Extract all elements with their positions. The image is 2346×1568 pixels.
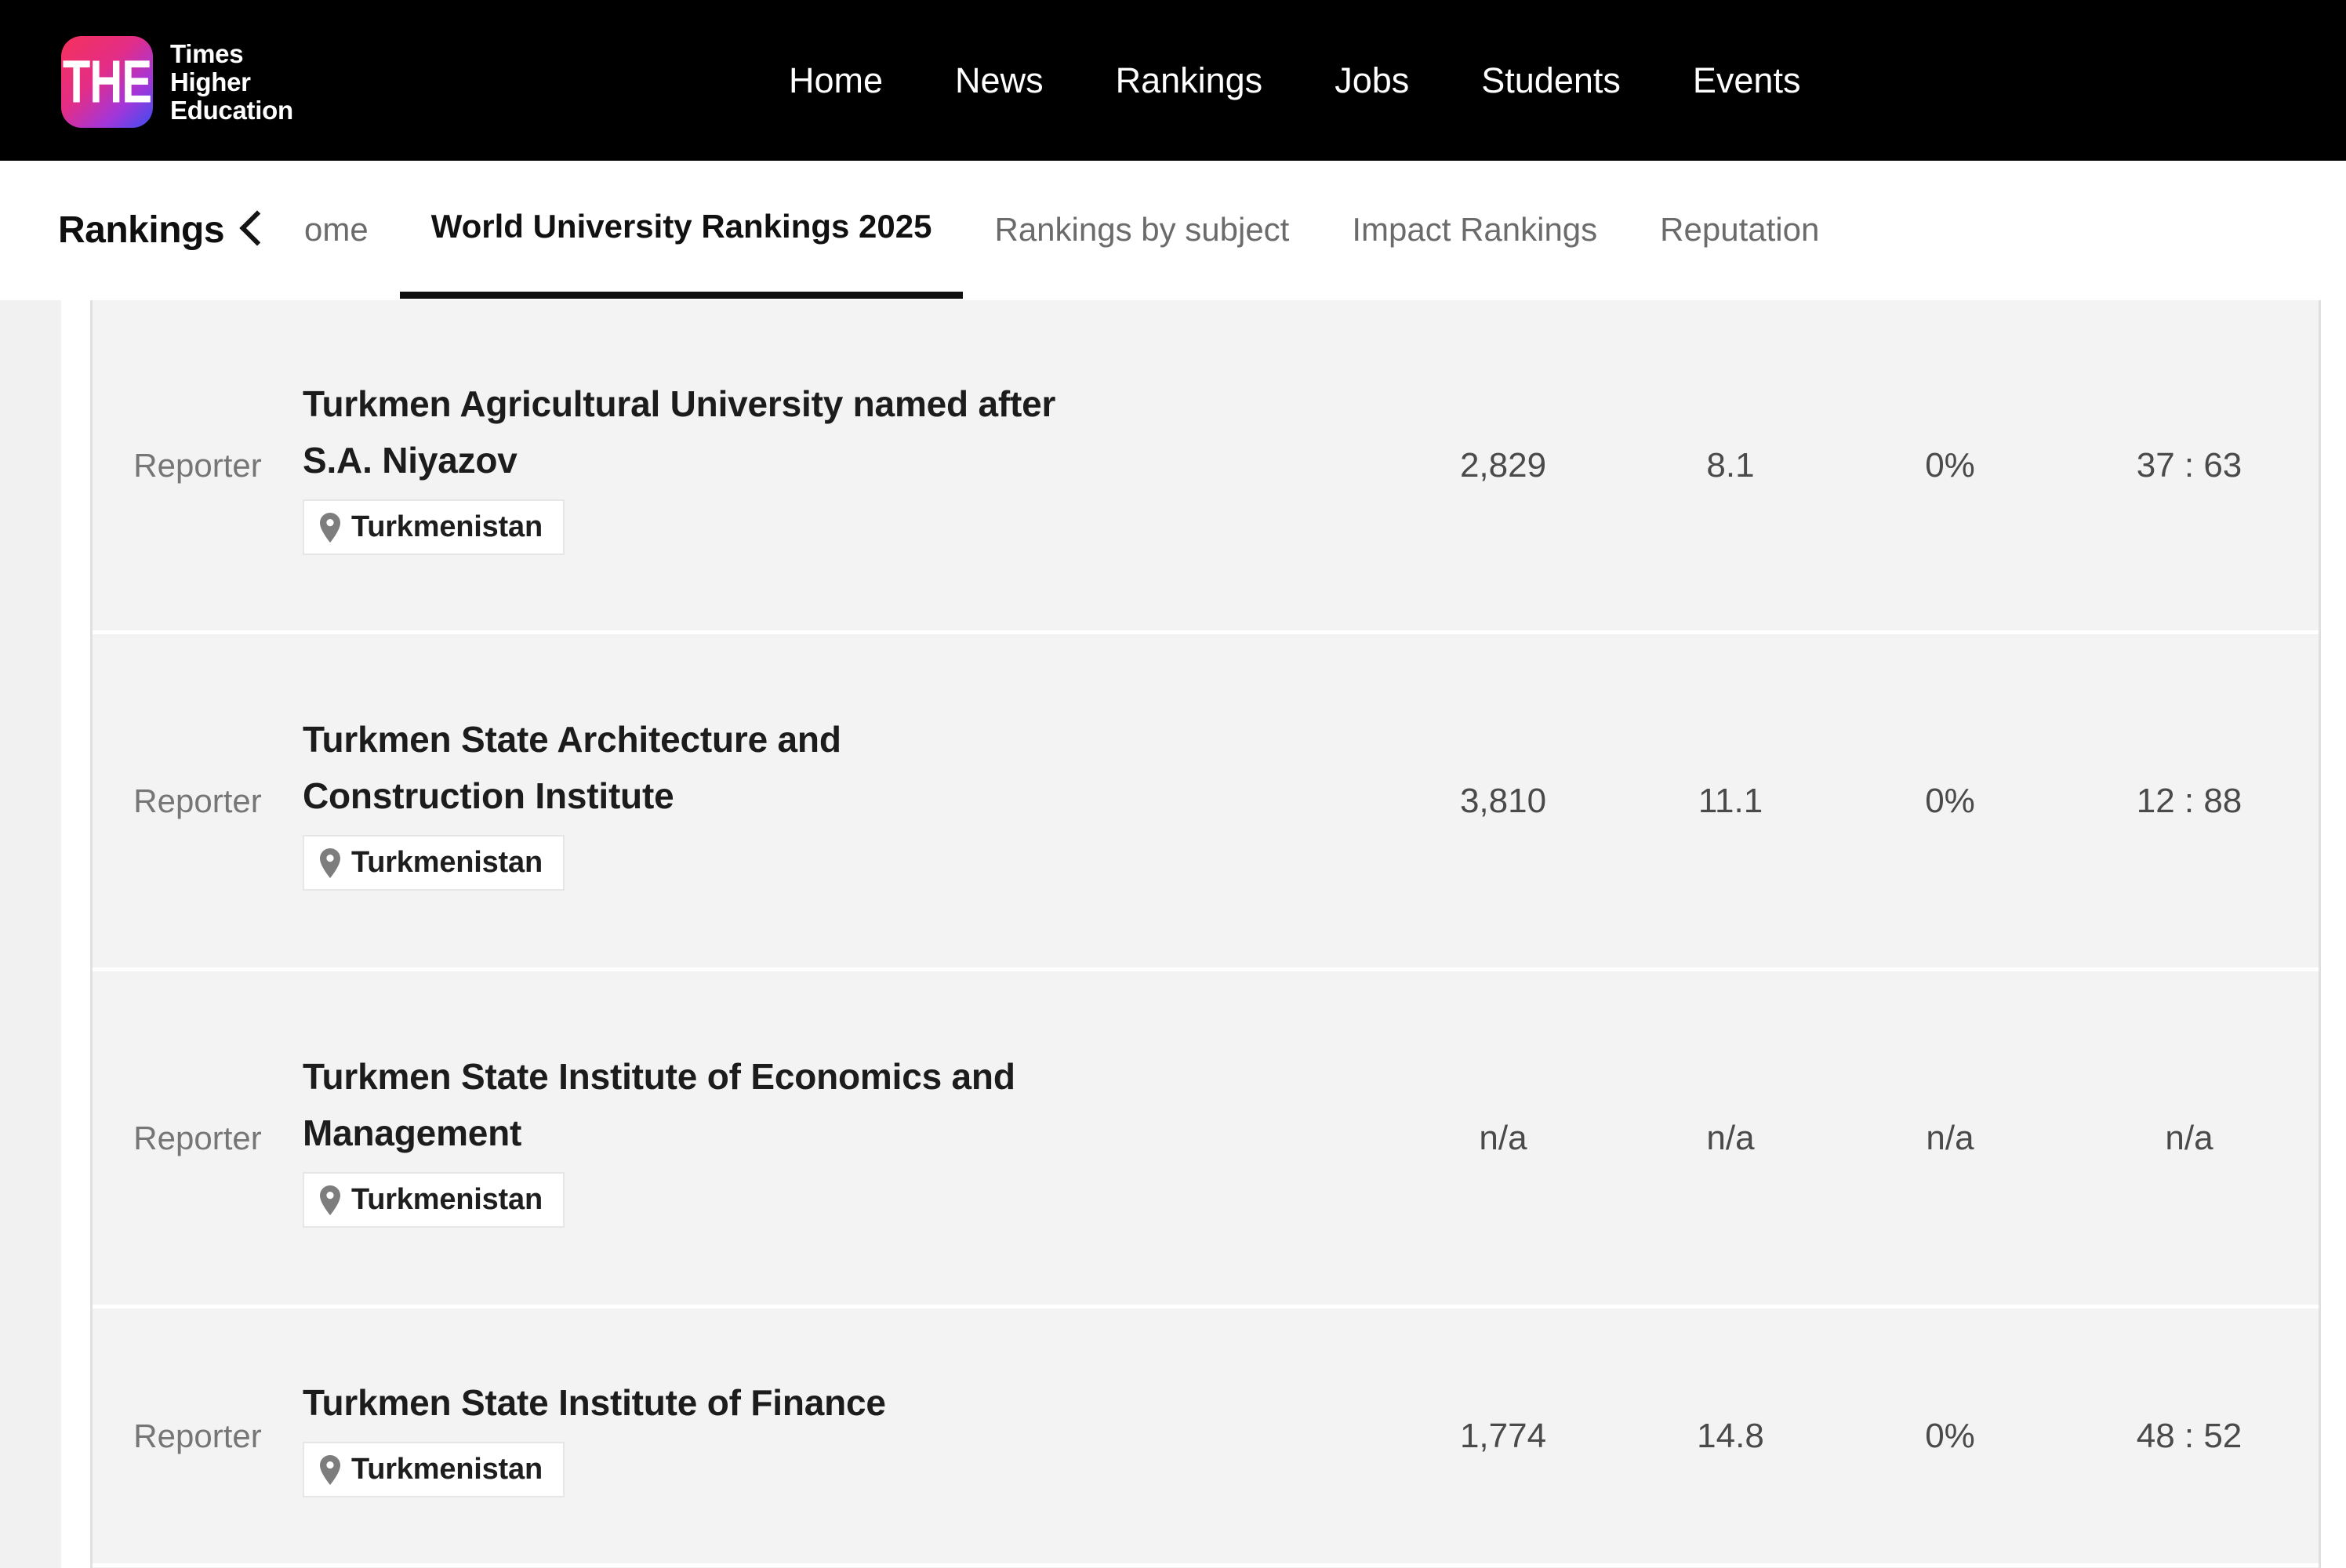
the-logo-mark: THE <box>61 36 153 128</box>
the-logo-mark-text: THE <box>62 48 152 116</box>
table-row[interactable]: Reporter Turkmen State Institute of Fina… <box>93 1308 2319 1567</box>
cell-student-staff-ratio: 11.1 <box>1698 781 1763 820</box>
cell-student-staff-ratio: n/a <box>1706 1118 1755 1157</box>
nav-item-rankings[interactable]: Rankings <box>1080 60 1299 101</box>
rankings-section-title: Rankings <box>58 209 225 251</box>
cell-institution: Turkmen State Architecture and Construct… <box>303 711 1385 891</box>
nav-item-students[interactable]: Students <box>1445 60 1657 101</box>
institution-name[interactable]: Turkmen State Institute of Economics and… <box>303 1048 1071 1161</box>
country-name: Turkmenistan <box>351 510 543 543</box>
cell-reporter: Reporter <box>133 446 262 484</box>
nav-item-news[interactable]: News <box>919 60 1080 101</box>
cell-gender-ratio: n/a <box>2165 1118 2213 1157</box>
the-logo-wordmark: Times Higher Education <box>170 38 293 125</box>
the-logo[interactable]: THE Times Higher Education <box>61 36 293 128</box>
institution-name[interactable]: Turkmen State Institute of Finance <box>303 1374 1071 1431</box>
nav-item-jobs[interactable]: Jobs <box>1298 60 1445 101</box>
country-badge[interactable]: Turkmenistan <box>303 835 565 891</box>
cell-international-students: 0% <box>1925 1416 1975 1455</box>
rankings-tab-list: ome World University Rankings 2025 Ranki… <box>304 161 1850 299</box>
cell-student-staff-ratio: 8.1 <box>1706 445 1755 485</box>
site-masthead: THE Times Higher Education Home News Ran… <box>0 0 2346 161</box>
nav-item-home[interactable]: Home <box>753 60 919 101</box>
cell-institution: Turkmen State Institute of Finance Turkm… <box>303 1374 1385 1497</box>
page-left-rail <box>0 300 61 1568</box>
map-pin-icon <box>320 848 340 878</box>
nav-item-events[interactable]: Events <box>1657 60 1837 101</box>
cell-gender-ratio: 12 : 88 <box>2136 781 2242 820</box>
map-pin-icon <box>320 1454 340 1485</box>
cell-students: 1,774 <box>1459 1416 1547 1455</box>
country-name: Turkmenistan <box>351 1453 543 1486</box>
institution-name[interactable]: Turkmen Agricultural University named af… <box>303 376 1071 488</box>
cell-gender-ratio: 48 : 52 <box>2136 1416 2242 1455</box>
cell-gender-ratio: 37 : 63 <box>2136 445 2242 485</box>
cell-students: 3,810 <box>1459 781 1547 820</box>
country-name: Turkmenistan <box>351 846 543 879</box>
table-row[interactable]: Reporter Turkmen Agricultural University… <box>93 300 2319 634</box>
tab-reputation[interactable]: Reputation <box>1629 161 1850 299</box>
cell-reporter: Reporter <box>133 782 262 819</box>
tab-home[interactable]: ome <box>304 161 400 299</box>
rankings-subnav: ome World University Rankings 2025 Ranki… <box>0 161 2346 302</box>
cell-students: 2,829 <box>1459 445 1547 485</box>
country-badge[interactable]: Turkmenistan <box>303 1442 565 1497</box>
page-left-gutter <box>61 300 90 1568</box>
cell-reporter: Reporter <box>133 1119 262 1156</box>
country-badge[interactable]: Turkmenistan <box>303 1172 565 1228</box>
cell-student-staff-ratio: 14.8 <box>1697 1416 1764 1455</box>
cell-institution: Turkmen Agricultural University named af… <box>303 376 1385 555</box>
table-row[interactable]: Reporter Turkmen State Architecture and … <box>93 634 2319 971</box>
table-row[interactable]: Reporter Turkmen State Institute of Econ… <box>93 971 2319 1308</box>
brand-line-higher: Higher <box>170 67 251 96</box>
rankings-table: Reporter Turkmen Agricultural University… <box>90 300 2321 1568</box>
cell-international-students: 0% <box>1925 445 1975 485</box>
primary-navigation: Home News Rankings Jobs Students Events <box>753 0 1836 161</box>
brand-line-times: Times <box>170 38 244 68</box>
country-badge[interactable]: Turkmenistan <box>303 499 565 555</box>
map-pin-icon <box>320 1185 340 1215</box>
cell-international-students: n/a <box>1926 1118 1974 1157</box>
map-pin-icon <box>320 512 340 543</box>
tab-world-university-rankings-2025[interactable]: World University Rankings 2025 <box>399 161 964 299</box>
tab-rankings-by-subject[interactable]: Rankings by subject <box>963 161 1320 299</box>
cell-international-students: 0% <box>1925 781 1975 820</box>
brand-line-education: Education <box>170 95 293 125</box>
cell-students: n/a <box>1479 1118 1527 1157</box>
cell-institution: Turkmen State Institute of Economics and… <box>303 1048 1385 1228</box>
rankings-table-region: Reporter Turkmen Agricultural University… <box>0 300 2346 1568</box>
country-name: Turkmenistan <box>351 1183 543 1216</box>
chevron-left-icon[interactable] <box>239 210 275 246</box>
institution-name[interactable]: Turkmen State Architecture and Construct… <box>303 711 1071 824</box>
rankings-section-header: Rankings <box>58 161 294 299</box>
tab-impact-rankings[interactable]: Impact Rankings <box>1320 161 1629 299</box>
cell-reporter: Reporter <box>133 1417 262 1454</box>
